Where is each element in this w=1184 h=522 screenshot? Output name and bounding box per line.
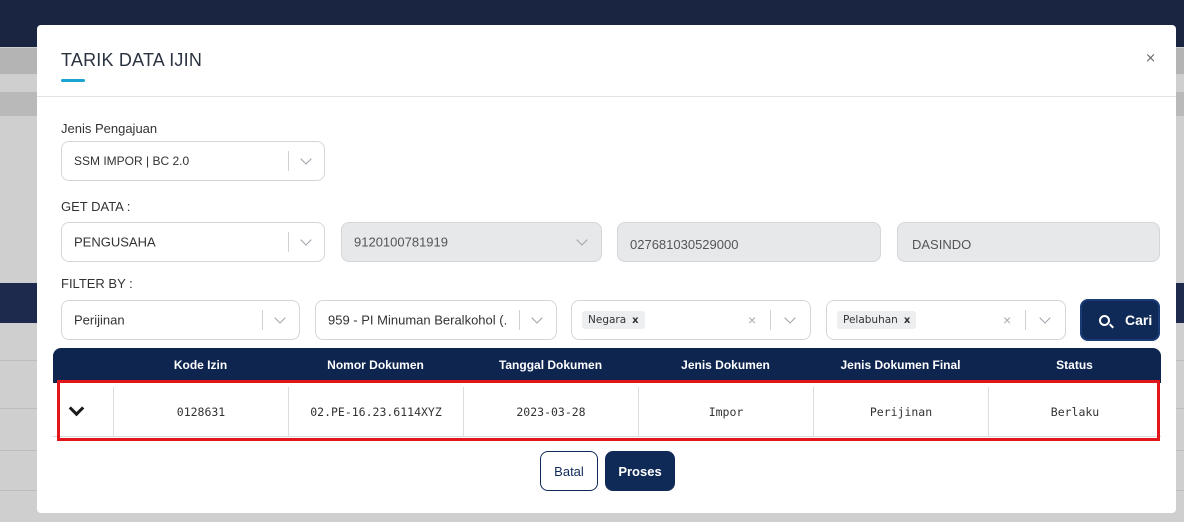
tanggal-dokumen-cell: 2023-03-28 <box>463 387 638 437</box>
table-header: Kode Izin Nomor Dokumen Tanggal Dokumen … <box>53 348 1161 383</box>
select-separator <box>519 310 520 330</box>
column-header: Jenis Dokumen <box>681 358 770 372</box>
select-separator <box>288 232 289 252</box>
select-separator <box>1025 310 1026 330</box>
column-header: Nomor Dokumen <box>327 358 424 372</box>
jenis-pengajuan-select[interactable]: SSM IMPOR | BC 2.0 <box>61 141 325 181</box>
chevron-down-icon <box>274 312 286 324</box>
status-cell: Berlaku <box>988 387 1161 437</box>
negara-tag-label: Negara <box>588 314 627 326</box>
modal-header: TARIK DATA IJIN × <box>37 25 1176 97</box>
negara-tag[interactable]: Negara x <box>582 311 645 329</box>
filter-by-label: FILTER BY : <box>61 276 133 291</box>
pengusaha-select[interactable]: PENGUSAHA <box>61 222 325 262</box>
chevron-down-icon <box>784 312 796 324</box>
get-data-label: GET DATA : <box>61 199 131 214</box>
select-separator <box>262 310 263 330</box>
chevron-down-icon[interactable] <box>68 400 85 417</box>
cancel-button[interactable]: Batal <box>540 451 598 491</box>
nama-field: DASINDO <box>897 222 1160 262</box>
pelabuhan-tag[interactable]: Pelabuhan x <box>837 311 917 329</box>
close-icon[interactable]: × <box>1145 51 1156 66</box>
modal-title: TARIK DATA IJIN <box>61 50 203 70</box>
select-separator <box>288 151 289 171</box>
npwp-value: 027681030529000 <box>630 237 739 252</box>
column-header: Status <box>1056 358 1093 372</box>
npwp-field: 027681030529000 <box>617 222 881 262</box>
jenis-pengajuan-label: Jenis Pengajuan <box>61 121 158 136</box>
chevron-down-icon <box>531 312 543 324</box>
process-button[interactable]: Proses <box>605 451 675 491</box>
chevron-down-icon <box>300 153 312 165</box>
pelabuhan-select[interactable]: Pelabuhan x × <box>826 300 1066 340</box>
title-underline <box>61 79 85 82</box>
tarik-data-ijin-modal: TARIK DATA IJIN × Jenis Pengajuan SSM IM… <box>37 25 1176 513</box>
nomor-dokumen-cell: 02.PE-16.23.6114XYZ <box>288 387 463 437</box>
search-icon <box>1099 315 1110 326</box>
column-header: Tanggal Dokumen <box>498 358 603 372</box>
nama-value: DASINDO <box>912 237 972 252</box>
jenis-pengajuan-value: SSM IMPOR | BC 2.0 <box>74 154 190 168</box>
chevron-down-icon <box>1039 312 1051 324</box>
pelabuhan-tag-label: Pelabuhan <box>843 314 898 326</box>
izin-select[interactable]: 959 - PI Minuman Beralkohol (... <box>315 300 557 340</box>
remove-tag-icon[interactable]: x <box>904 315 910 326</box>
column-header: Kode Izin <box>173 358 228 372</box>
column-header: Jenis Dokumen Final <box>840 358 961 372</box>
chevron-down-icon <box>576 234 588 246</box>
jenis-dokumen-final-cell: Perijinan <box>813 387 988 437</box>
pengusaha-value: PENGUSAHA <box>74 234 156 250</box>
table-row[interactable]: 0128631 02.PE-16.23.6114XYZ 2023-03-28 I… <box>53 387 1161 437</box>
kode-izin-cell: 0128631 <box>113 387 288 437</box>
expand-cell[interactable] <box>53 387 113 437</box>
clear-icon[interactable]: × <box>1003 312 1011 328</box>
negara-select[interactable]: Negara x × <box>571 300 811 340</box>
select-separator <box>770 310 771 330</box>
jenis-dokumen-cell: Impor <box>638 387 813 437</box>
remove-tag-icon[interactable]: x <box>632 315 638 326</box>
clear-icon[interactable]: × <box>748 312 756 328</box>
search-button-label: Cari <box>1125 312 1153 328</box>
chevron-down-icon <box>300 234 312 246</box>
identitas-select: 9120100781919 <box>341 222 602 262</box>
izin-value: 959 - PI Minuman Beralkohol (... <box>328 312 508 328</box>
search-button[interactable]: Cari <box>1080 299 1160 341</box>
kategori-value: Perijinan <box>74 312 125 328</box>
kategori-select[interactable]: Perijinan <box>61 300 300 340</box>
identitas-value: 9120100781919 <box>354 234 448 250</box>
